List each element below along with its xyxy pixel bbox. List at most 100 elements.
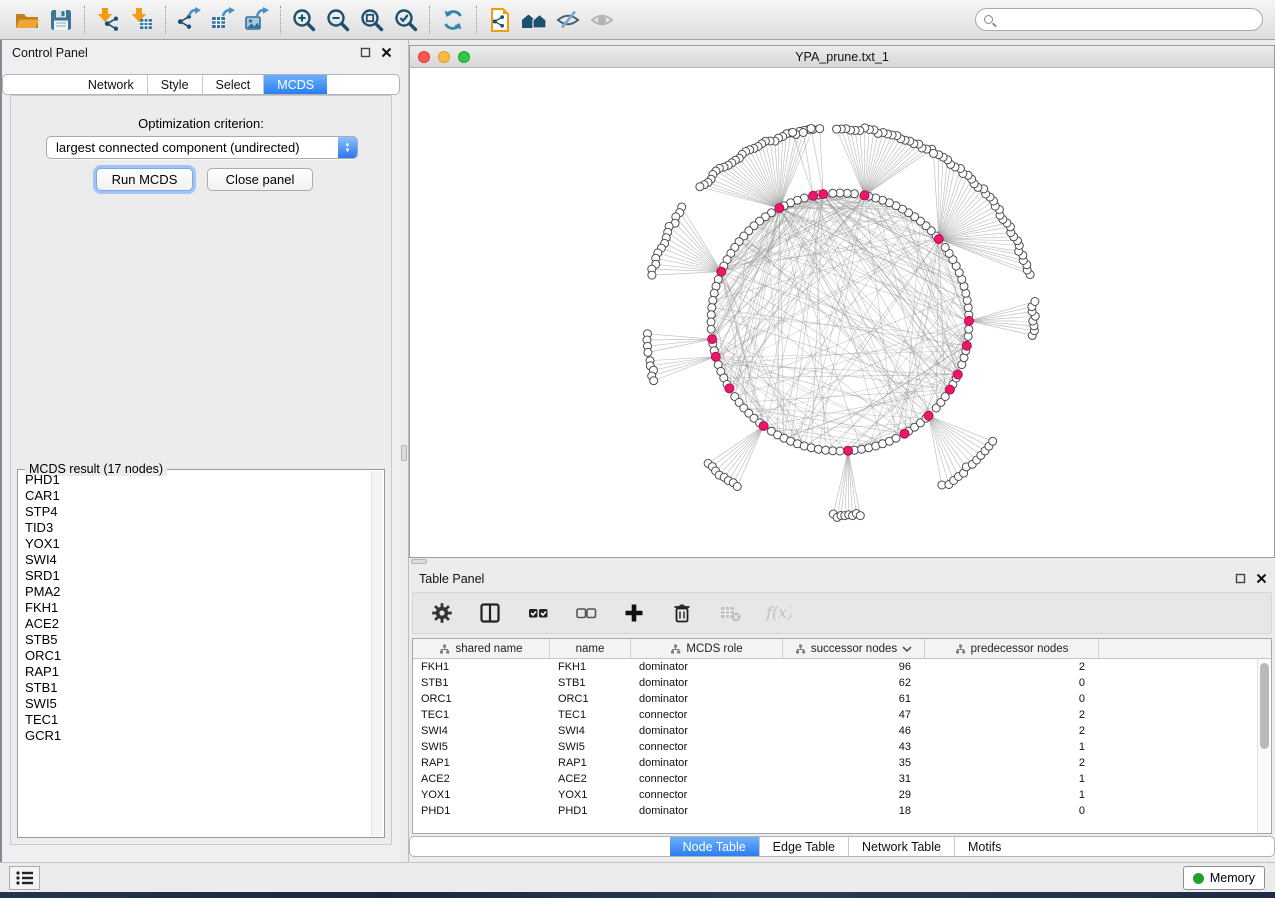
table-row[interactable]: PHD1PHD1dominator180 — [413, 803, 1257, 819]
cell-successor-nodes[interactable]: 47 — [783, 707, 925, 723]
mcds-result-item[interactable]: SWI4 — [20, 552, 370, 568]
search-box[interactable] — [975, 8, 1263, 31]
cell-name[interactable]: FKH1 — [550, 659, 631, 675]
cell-predecessor-nodes[interactable]: 2 — [925, 755, 1099, 771]
table-row[interactable]: STB1STB1dominator620 — [413, 675, 1257, 691]
cell-MCDS-role[interactable]: dominator — [631, 675, 783, 691]
splitter-grabber[interactable] — [401, 445, 407, 461]
cell-MCDS-role[interactable]: dominator — [631, 723, 783, 739]
table-row[interactable]: FKH1FKH1dominator962 — [413, 659, 1257, 675]
float-panel-icon[interactable] — [360, 47, 371, 58]
tab-network-table[interactable]: Network Table — [848, 837, 954, 856]
cell-predecessor-nodes[interactable]: 1 — [925, 787, 1099, 803]
cell-name[interactable]: RAP1 — [550, 755, 631, 771]
network-node[interactable] — [650, 377, 658, 385]
network-node[interactable] — [814, 445, 822, 453]
cell-shared-name[interactable]: SWI4 — [413, 723, 550, 739]
cell-predecessor-nodes[interactable]: 2 — [925, 659, 1099, 675]
network-node[interactable] — [930, 149, 938, 157]
fit-content-button[interactable] — [355, 4, 389, 36]
network-dominator-node[interactable] — [900, 429, 909, 438]
cell-predecessor-nodes[interactable]: 2 — [925, 707, 1099, 723]
optimization-criterion-select[interactable]: largest connected component (undirected)… — [46, 136, 358, 159]
network-dominator-node[interactable] — [759, 422, 768, 431]
mcds-result-item[interactable]: CAR1 — [20, 488, 370, 504]
save-session-button[interactable] — [44, 4, 78, 36]
tab-select[interactable]: Select — [202, 75, 264, 94]
memory-button[interactable]: Memory — [1183, 866, 1265, 890]
table-row[interactable]: SWI4SWI4dominator462 — [413, 723, 1257, 739]
cell-MCDS-role[interactable]: connector — [631, 739, 783, 755]
run-mcds-button[interactable]: Run MCDS — [96, 168, 193, 191]
table-row[interactable]: ORC1ORC1dominator610 — [413, 691, 1257, 707]
cell-MCDS-role[interactable]: connector — [631, 707, 783, 723]
mcds-result-item[interactable]: ORC1 — [20, 648, 370, 664]
tab-node-table[interactable]: Node Table — [670, 837, 759, 856]
mcds-result-item[interactable]: PHD1 — [20, 472, 370, 488]
cell-shared-name[interactable]: YOX1 — [413, 787, 550, 803]
mcds-result-item[interactable]: TID3 — [20, 520, 370, 536]
refresh-view-button[interactable] — [436, 4, 470, 36]
network-dominator-node[interactable] — [819, 190, 828, 199]
network-dominator-node[interactable] — [708, 335, 717, 344]
network-canvas[interactable] — [410, 68, 1274, 557]
cell-successor-nodes[interactable]: 62 — [783, 675, 925, 691]
cell-name[interactable]: ACE2 — [550, 771, 631, 787]
network-dominator-node[interactable] — [953, 370, 962, 379]
network-node[interactable] — [733, 483, 741, 491]
network-dominator-node[interactable] — [924, 411, 933, 420]
tab-style[interactable]: Style — [147, 75, 202, 94]
cell-MCDS-role[interactable]: connector — [631, 771, 783, 787]
close-panel-icon[interactable] — [381, 47, 392, 58]
splitter-grabber[interactable] — [411, 559, 427, 564]
table-scrollbar[interactable] — [1257, 659, 1271, 833]
cell-successor-nodes[interactable]: 35 — [783, 755, 925, 771]
network-node[interactable] — [829, 189, 837, 197]
network-node[interactable] — [964, 304, 972, 312]
network-dominator-node[interactable] — [711, 352, 720, 361]
cell-name[interactable]: YOX1 — [550, 787, 631, 803]
cell-shared-name[interactable]: PHD1 — [413, 803, 550, 819]
mcds-result-item[interactable]: STB5 — [20, 632, 370, 648]
mcds-result-item[interactable]: PMA2 — [20, 584, 370, 600]
network-window-titlebar[interactable]: YPA_prune.txt_1 — [410, 46, 1274, 68]
function-builder-button[interactable]: f(x) — [765, 600, 791, 626]
cell-successor-nodes[interactable]: 18 — [783, 803, 925, 819]
show-all-button[interactable] — [585, 4, 619, 36]
cell-name[interactable]: SWI4 — [550, 723, 631, 739]
mcds-result-item[interactable]: SRD1 — [20, 568, 370, 584]
network-dominator-node[interactable] — [717, 267, 726, 276]
cell-name[interactable]: PHD1 — [550, 803, 631, 819]
mcds-result-item[interactable]: SWI5 — [20, 696, 370, 712]
cell-shared-name[interactable]: FKH1 — [413, 659, 550, 675]
hide-selected-button[interactable] — [551, 4, 585, 36]
network-node[interactable] — [696, 183, 704, 191]
import-table-button[interactable] — [125, 4, 159, 36]
task-history-button[interactable] — [9, 866, 40, 890]
cell-successor-nodes[interactable]: 31 — [783, 771, 925, 787]
network-node[interactable] — [836, 447, 844, 455]
network-node[interactable] — [858, 445, 866, 453]
cell-MCDS-role[interactable]: dominator — [631, 691, 783, 707]
cell-shared-name[interactable]: RAP1 — [413, 755, 550, 771]
network-node[interactable] — [816, 125, 824, 133]
toggle-panes-button[interactable] — [477, 600, 503, 626]
mcds-result-item[interactable]: STP4 — [20, 504, 370, 520]
cell-name[interactable]: STB1 — [550, 675, 631, 691]
cell-predecessor-nodes[interactable]: 0 — [925, 691, 1099, 707]
network-node[interactable] — [989, 437, 997, 445]
cell-shared-name[interactable]: TEC1 — [413, 707, 550, 723]
mcds-result-item[interactable]: RAP1 — [20, 664, 370, 680]
network-node[interactable] — [707, 325, 715, 333]
network-node[interactable] — [965, 325, 973, 333]
column-header-name[interactable]: name — [550, 639, 631, 658]
tab-edge-table[interactable]: Edge Table — [759, 837, 848, 856]
delete-table-button[interactable] — [717, 600, 743, 626]
cell-predecessor-nodes[interactable]: 0 — [925, 803, 1099, 819]
network-node[interactable] — [892, 434, 900, 442]
cell-name[interactable]: TEC1 — [550, 707, 631, 723]
mcds-result-item[interactable]: ACE2 — [20, 616, 370, 632]
column-header-shared-name[interactable]: shared name — [413, 639, 550, 658]
table-settings-button[interactable] — [429, 600, 455, 626]
network-dominator-node[interactable] — [775, 204, 784, 213]
